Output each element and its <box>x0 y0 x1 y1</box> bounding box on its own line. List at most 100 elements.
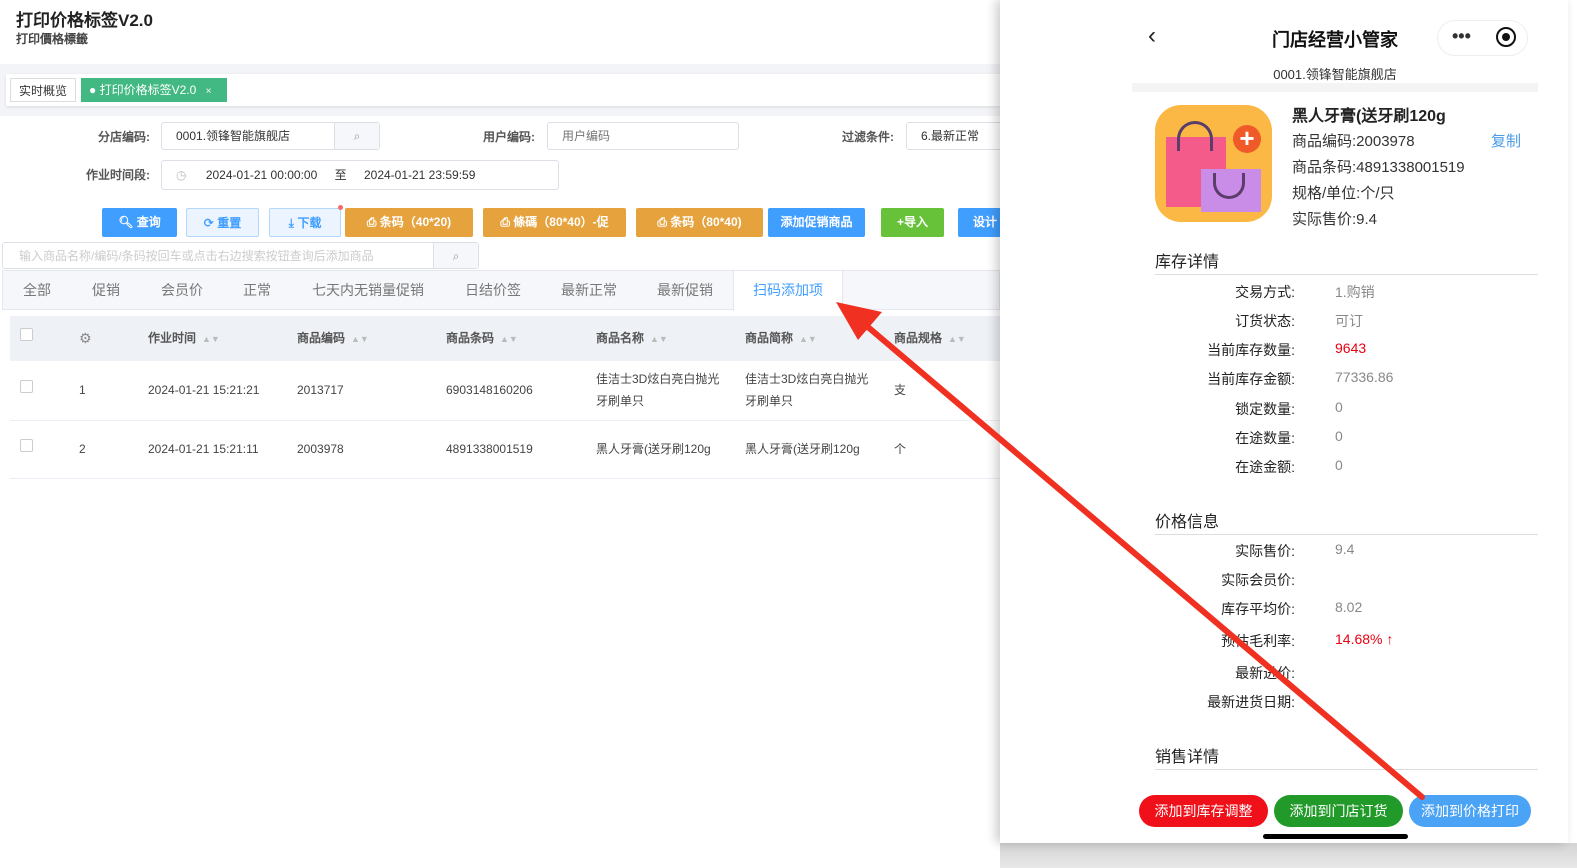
page-tab-overview[interactable]: 实时概览 <box>10 78 77 102</box>
tab-latest-promo[interactable]: 最新促销 <box>657 271 713 310</box>
sales-section-title: 销售详情 <box>1155 743 1538 770</box>
tab-label: 打印价格标签V2.0 <box>99 83 197 97</box>
col-name[interactable]: 商品名称 ▲▼ <box>596 316 668 362</box>
detail-value: 77336.86 <box>1335 369 1394 385</box>
detail-label: 锁定数量: <box>1235 401 1295 417</box>
notification-dot <box>338 205 343 210</box>
desktop-background <box>1000 843 1577 868</box>
mobile-app-panel: ‹ 门店经营小管家 ••• 0001.领锋智能旗舰店 + 黑人牙膏(送牙刷120… <box>1000 0 1568 843</box>
detail-label: 实际售价: <box>1235 543 1295 559</box>
user-label: 用户编码: <box>483 130 535 144</box>
divider <box>1132 83 1538 92</box>
filter-label: 过滤条件: <box>842 130 894 144</box>
row-number: 1 <box>79 383 86 397</box>
row-checkbox[interactable] <box>20 439 33 452</box>
tab-7day-no-sales[interactable]: 七天内无销量促销 <box>312 271 424 310</box>
date-range-picker[interactable]: ◷ 2024-01-21 00:00:00 至 2024-01-21 23:59… <box>161 160 559 190</box>
col-label: 商品简称 <box>745 331 794 345</box>
select-all-checkbox[interactable] <box>20 328 33 341</box>
cell-spec: 支 <box>894 383 907 397</box>
tab-normal[interactable]: 正常 <box>243 271 271 310</box>
detail-value: 1.购销 <box>1335 284 1375 300</box>
cell-time: 2024-01-21 15:21:21 <box>148 383 260 397</box>
col-label: 商品编码 <box>297 331 346 345</box>
reset-button[interactable]: ⟳ 重置 <box>186 208 259 237</box>
page-tab-print-label[interactable]: ● 打印价格标签V2.0 × <box>81 78 227 102</box>
detail-label: 最新进货日期: <box>1207 694 1295 710</box>
add-promo-button[interactable]: 添加促销商品 <box>768 208 865 237</box>
cell-barcode: 6903148160206 <box>446 383 533 397</box>
sort-icon: ▲▼ <box>351 334 369 344</box>
table-row[interactable]: 1 2024-01-21 15:21:21 2013717 6903148160… <box>10 362 1000 421</box>
label: 条码（80*40) <box>670 215 742 229</box>
product-barcode: 商品条码:4891338001519 <box>1292 159 1465 176</box>
sort-icon: ▲▼ <box>500 334 518 344</box>
clock-icon: ◷ <box>176 168 187 182</box>
print-barcode-40x20-button[interactable]: ⎙ 条码（40*20) <box>345 208 473 237</box>
page-title: 打印价格标签V2.0 <box>16 11 153 30</box>
col-time[interactable]: 作业时间 ▲▼ <box>148 316 220 362</box>
printer-icon: ⎙ <box>500 215 510 229</box>
col-code[interactable]: 商品编码 ▲▼ <box>297 316 369 362</box>
col-barcode[interactable]: 商品条码 ▲▼ <box>446 316 518 362</box>
table-row[interactable]: 2 2024-01-21 15:21:11 2003978 4891338001… <box>10 421 1000 479</box>
more-icon[interactable]: ••• <box>1452 26 1471 47</box>
page-subtitle: 打印價格標籤 <box>16 32 89 46</box>
detail-label: 实际会员价: <box>1221 572 1295 588</box>
print-barcode-80x40-button[interactable]: ⎙ 条码（80*40) <box>636 208 763 237</box>
table-header: ⚙ 作业时间 ▲▼ 商品编码 ▲▼ 商品条码 ▲▼ 商品名称 ▲▼ 商品简称 ▲▼ 商品规… <box>10 316 1000 361</box>
tab-promo[interactable]: 促销 <box>92 271 120 310</box>
start-date[interactable]: 2024-01-21 00:00:00 <box>206 168 317 182</box>
detail-value: 0 <box>1335 399 1343 415</box>
col-short-name[interactable]: 商品简称 ▲▼ <box>745 316 817 362</box>
page-tabs-bar: 实时概览 ● 打印价格标签V2.0 × <box>6 74 1000 106</box>
sort-icon: ▲▼ <box>202 334 220 344</box>
tab-scan-added[interactable]: 扫码添加项 <box>733 271 843 311</box>
detail-label: 最新进价: <box>1235 665 1295 681</box>
row-number: 2 <box>79 442 86 456</box>
detail-value: 9.4 <box>1335 541 1355 557</box>
refresh-icon: ⟳ <box>203 216 214 230</box>
branch-input[interactable]: 0001.领锋智能旗舰店 ⌕ <box>161 122 380 150</box>
detail-label: 当前库存金额: <box>1207 371 1295 387</box>
col-label: 商品条码 <box>446 331 495 345</box>
detail-value: 0 <box>1335 428 1343 444</box>
product-code: 商品编码:2003978 <box>1292 133 1415 150</box>
download-icon: ⤓ <box>288 216 294 230</box>
download-button[interactable]: ⤓ 下载 <box>269 208 341 237</box>
close-mini-program-icon[interactable] <box>1496 27 1516 47</box>
add-to-price-print-button[interactable]: 添加到价格打印 <box>1409 795 1531 827</box>
row-checkbox[interactable] <box>20 380 33 393</box>
detail-value: 9643 <box>1335 340 1367 356</box>
tab-latest-normal[interactable]: 最新正常 <box>561 271 617 310</box>
product-unit: 规格/单位:个/只 <box>1292 185 1395 202</box>
back-icon[interactable]: ‹ <box>1148 22 1156 50</box>
end-date[interactable]: 2024-01-21 23:59:59 <box>364 168 475 182</box>
detail-value: 14.68% ↑ <box>1335 631 1394 647</box>
cell-barcode: 4891338001519 <box>446 442 533 456</box>
query-button[interactable]: 🔍︎ 查询 <box>102 208 177 237</box>
close-icon[interactable]: × <box>206 86 212 97</box>
sort-icon: ▲▼ <box>650 334 668 344</box>
tab-all[interactable]: 全部 <box>23 271 51 310</box>
add-to-store-order-button[interactable]: 添加到门店订货 <box>1274 795 1403 827</box>
sort-icon: ▲▼ <box>948 334 966 344</box>
label: 条码（40*20) <box>379 215 452 229</box>
search-icon[interactable]: ⌕ <box>433 243 478 268</box>
detail-label: 当前库存数量: <box>1207 342 1295 358</box>
cell-name: 佳洁士3D炫白亮白抛光牙刷单只 <box>596 372 720 408</box>
col-label: 商品名称 <box>596 331 645 345</box>
add-to-stock-adjust-button[interactable]: 添加到库存调整 <box>1139 795 1268 827</box>
user-input[interactable] <box>547 122 739 150</box>
capsule-menu: ••• <box>1437 20 1528 56</box>
product-search-input[interactable]: 输入商品名称/编码/条码按回车或点击右边搜索按钮查询后添加商品 ⌕ <box>2 242 479 269</box>
copy-link[interactable]: 复制 <box>1491 130 1521 151</box>
col-spec[interactable]: 商品规格 ▲▼ <box>894 316 966 362</box>
query-label: 查询 <box>136 215 161 229</box>
gear-icon[interactable]: ⚙ <box>79 316 92 361</box>
tab-daily-label[interactable]: 日结价签 <box>465 271 521 310</box>
search-icon[interactable]: ⌕ <box>334 123 379 149</box>
import-button[interactable]: +导入 <box>881 208 944 237</box>
tab-member-price[interactable]: 会员价 <box>161 271 203 310</box>
print-barcode-80x40-promo-button[interactable]: ⎙ 條碼（80*40）-促 <box>483 208 626 237</box>
